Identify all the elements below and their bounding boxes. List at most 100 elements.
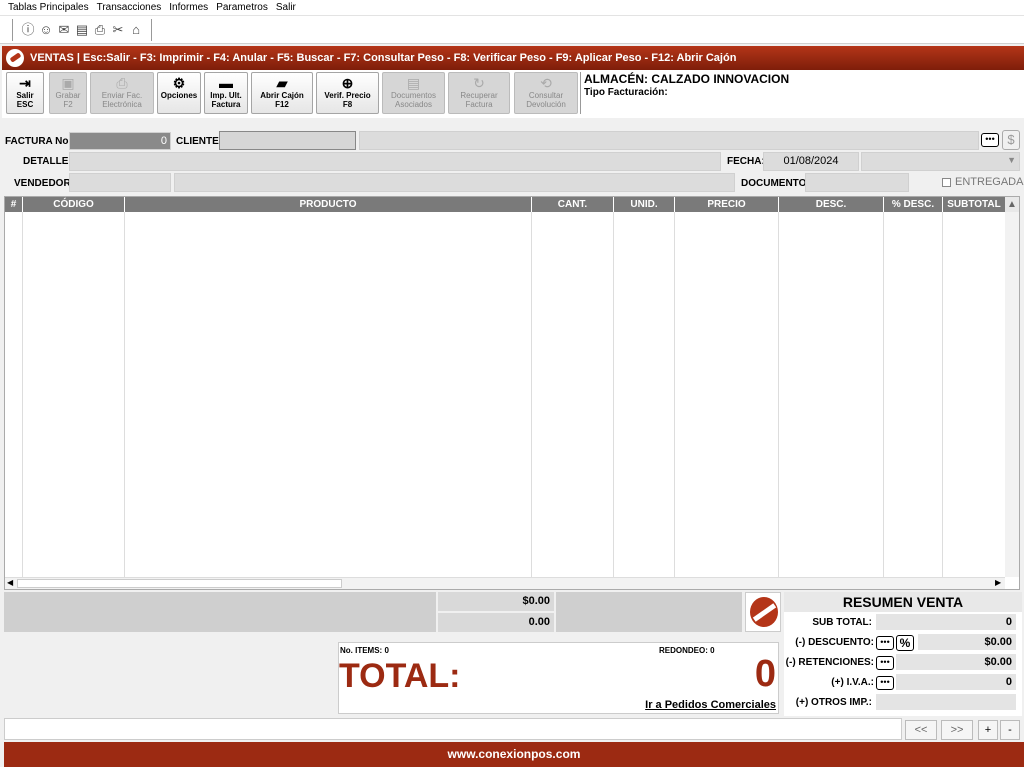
retenciones-label: (-) RETENCIONES:	[785, 657, 874, 668]
next-page-button[interactable]: >>	[941, 720, 973, 740]
scroll-up-icon[interactable]: ▲	[1005, 197, 1019, 212]
vertical-scrollbar[interactable]	[1005, 212, 1019, 577]
factura-number-field[interactable]: 0	[69, 132, 171, 150]
total-label: TOTAL:	[339, 657, 461, 695]
more-options-icon[interactable]: •••	[981, 133, 999, 147]
factura-label: FACTURA No.:	[5, 136, 75, 147]
toolbar: ⇥ Salir ESC ▣ Grabar F2 ⎙ Enviar Fac. El…	[2, 70, 1024, 118]
cajon-label: Abrir Cajón	[260, 91, 304, 100]
brand-logo-icon	[745, 592, 781, 632]
remove-button[interactable]: -	[1000, 720, 1020, 740]
menu-informes[interactable]: Informes	[169, 2, 208, 13]
col-header-unid[interactable]: UNID.	[614, 197, 675, 212]
iva-more-icon[interactable]: •••	[876, 676, 894, 690]
col-divider	[778, 212, 779, 577]
recuperar-factura-button[interactable]: ↻ Recuperar Factura	[448, 72, 510, 114]
col-header-desc[interactable]: DESC.	[779, 197, 884, 212]
col-divider	[22, 212, 23, 577]
verif-label: Verif. Precio	[324, 91, 371, 100]
col-header-codigo[interactable]: CÓDIGO	[23, 197, 125, 212]
bottom-input[interactable]	[4, 718, 902, 740]
fecha-field[interactable]: 01/08/2024	[763, 152, 859, 171]
almacen-info: ALMACÉN: CALZADO INNOVACION Tipo Factura…	[584, 72, 789, 100]
col-header-precio[interactable]: PRECIO	[675, 197, 779, 212]
menu-transacciones[interactable]: Transacciones	[97, 2, 162, 13]
print-icon[interactable]: ⎙	[92, 22, 108, 38]
subtotal-row: SUB TOTAL: 0	[784, 614, 1022, 632]
add-button[interactable]: +	[978, 720, 998, 740]
vendedor-name-field[interactable]	[174, 173, 735, 192]
documento-field[interactable]	[805, 173, 909, 192]
horizontal-scrollbar[interactable]: ◀ ▶	[5, 577, 1005, 589]
totals-strip	[4, 592, 436, 632]
footer-url: www.conexionpos.com	[4, 742, 1024, 767]
enviar-factura-button[interactable]: ⎙ Enviar Fac. Electrónica	[90, 72, 154, 114]
menu-parametros[interactable]: Parametros	[216, 2, 268, 13]
menu-salir[interactable]: Salir	[276, 2, 296, 13]
cliente-code-field[interactable]	[219, 131, 356, 150]
grabar-button[interactable]: ▣ Grabar F2	[49, 72, 87, 114]
enviar-label-2: Electrónica	[102, 100, 142, 109]
tools-icon[interactable]: ✂	[110, 22, 126, 38]
total-amount-2: 0.00	[438, 613, 554, 632]
resumen-venta-panel: RESUMEN VENTA SUB TOTAL: 0 (-) DESCUENTO…	[784, 592, 1022, 716]
first-page-button[interactable]: <<	[905, 720, 937, 740]
salir-button[interactable]: ⇥ Salir ESC	[6, 72, 44, 114]
fecha-label: FECHA:	[727, 156, 765, 167]
salir-label: Salir	[16, 91, 34, 100]
dollar-icon[interactable]: $	[1002, 130, 1020, 150]
retenciones-more-icon[interactable]: •••	[876, 656, 894, 670]
consultar-devolucion-button[interactable]: ⟲ Consultar Devolución	[514, 72, 578, 114]
col-divider	[613, 212, 614, 577]
descuento-row: (-) DESCUENTO: ••• % $0.00	[784, 634, 1022, 652]
abrir-cajon-button[interactable]: ▰ Abrir Cajón F12	[251, 72, 313, 114]
fecha-dropdown[interactable]: ▼	[861, 152, 1020, 171]
user-icon[interactable]: ☺	[38, 22, 54, 38]
col-divider	[883, 212, 884, 577]
documentos-asociados-button[interactable]: ▤ Documentos Asociados	[382, 72, 445, 114]
scroll-right-icon[interactable]: ▶	[995, 578, 1001, 587]
retenciones-value: $0.00	[896, 654, 1016, 670]
descuento-more-icon[interactable]: •••	[876, 636, 894, 650]
vendedor-label: VENDEDOR:	[14, 178, 75, 189]
col-header-pct-desc[interactable]: % DESC.	[884, 197, 943, 212]
chevron-down-icon: ▼	[1007, 155, 1016, 165]
entregada-checkbox[interactable]	[942, 178, 951, 187]
save-icon: ▣	[61, 75, 75, 91]
opciones-button[interactable]: ⚙ Opciones	[157, 72, 201, 114]
docs-label: Documentos	[391, 91, 436, 100]
pedidos-comerciales-link[interactable]: Ir a Pedidos Comerciales	[645, 699, 776, 711]
detalle-field[interactable]	[69, 152, 721, 171]
col-header-num[interactable]: #	[5, 197, 23, 212]
col-header-cant[interactable]: CANT.	[532, 197, 614, 212]
gear-icon: ⚙	[172, 75, 186, 91]
home-icon[interactable]: ⌂	[128, 22, 144, 38]
percent-icon[interactable]: %	[896, 635, 914, 651]
otros-label: (+) OTROS IMP.:	[795, 697, 872, 708]
cash-drawer-icon: ▰	[276, 75, 288, 91]
iva-row: (+) I.V.A.: ••• 0	[784, 674, 1022, 692]
col-header-subtotal[interactable]: SUBTOTAL	[943, 197, 1005, 212]
vendedor-code-field[interactable]	[69, 173, 171, 192]
total-box: No. ITEMS: 0 REDONDEO: 0 TOTAL: 0 Ir a P…	[338, 642, 779, 714]
grabar-label: Grabar	[55, 91, 81, 100]
descuento-value: $0.00	[918, 634, 1016, 650]
exit-icon: ⇥	[19, 75, 31, 91]
col-divider	[674, 212, 675, 577]
verificar-precio-button[interactable]: ⊕ Verif. Precio F8	[316, 72, 379, 114]
scroll-left-icon[interactable]: ◀	[7, 578, 13, 587]
book-icon[interactable]: ✉	[56, 22, 72, 38]
iva-value: 0	[896, 674, 1016, 690]
opciones-label: Opciones	[160, 91, 198, 100]
total-value: 0	[754, 653, 776, 695]
cliente-name-field[interactable]	[359, 131, 979, 150]
scrollbar-thumb[interactable]	[17, 579, 342, 588]
info-icon[interactable]: ⓘ	[20, 22, 36, 38]
menu-tablas[interactable]: Tablas Principales	[8, 2, 89, 13]
report-icon[interactable]: ▤	[74, 22, 90, 38]
resumen-title: RESUMEN VENTA	[784, 592, 1022, 612]
verif-key: F8	[342, 100, 353, 109]
imp-label: Imp. Ult.	[210, 91, 242, 100]
col-header-producto[interactable]: PRODUCTO	[125, 197, 532, 212]
imprimir-ultima-button[interactable]: ▬ Imp. Ult. Factura	[204, 72, 248, 114]
